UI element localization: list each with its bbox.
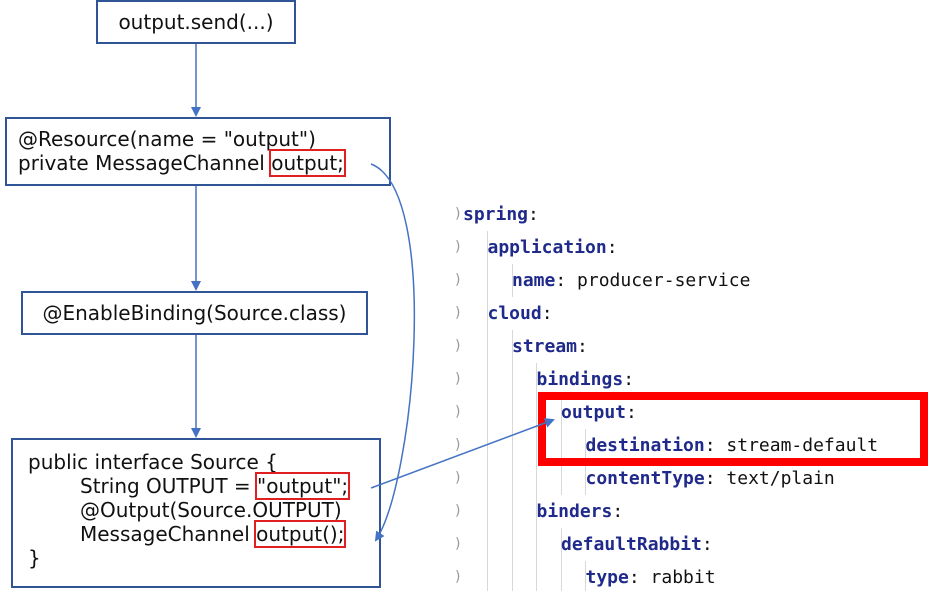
fold-gutter-mark: ) xyxy=(453,404,463,420)
resource-annotation-line: @Resource(name = "output") xyxy=(18,127,316,151)
indent-guide xyxy=(487,231,488,591)
resource-injection-box: @Resource(name = "output") private Messa… xyxy=(5,117,391,186)
fold-gutter-mark: ) xyxy=(453,338,463,354)
yaml-separator: : xyxy=(704,468,716,489)
yaml-key: application xyxy=(487,237,607,258)
yaml-separator: : xyxy=(577,336,588,357)
yaml-separator: : xyxy=(612,501,624,522)
yaml-key: cloud xyxy=(487,303,542,324)
yaml-value: rabbit xyxy=(639,567,716,588)
yaml-separator: : xyxy=(606,237,618,258)
output-annotation-line: @Output(Source.OUTPUT) xyxy=(28,498,379,522)
fold-gutter-mark: ) xyxy=(453,569,463,585)
yaml-separator: : xyxy=(628,567,640,588)
yaml-separator: : xyxy=(623,369,635,390)
yaml-line: cloud: xyxy=(488,297,553,330)
yaml-value: producer-service xyxy=(566,270,751,291)
fold-gutter-mark: ) xyxy=(453,305,463,321)
yaml-separator: : xyxy=(701,534,713,555)
yaml-line: name: producer-service xyxy=(512,264,750,297)
yaml-output-highlight xyxy=(538,392,928,466)
output-annotation-text: @Output(Source.OUTPUT) xyxy=(80,498,342,522)
output-constant-highlight: "output"; xyxy=(255,472,351,500)
yaml-value: text/plain xyxy=(715,468,835,489)
interface-declaration-line: public interface Source { xyxy=(28,450,278,474)
yaml-key: type xyxy=(585,567,629,588)
output-field-highlight: output; xyxy=(269,149,346,177)
indent-guide xyxy=(511,330,513,591)
output-method-line: MessageChannel output(); xyxy=(28,520,379,548)
yaml-key: contentType xyxy=(585,468,705,489)
closing-brace-line: } xyxy=(28,546,41,570)
yaml-line: contentType: text/plain xyxy=(586,462,835,495)
indent-guide xyxy=(536,363,537,591)
fold-gutter-mark: ) xyxy=(453,272,463,288)
yaml-key: binders xyxy=(536,501,613,522)
field-declaration-text: private MessageChannel xyxy=(18,151,272,175)
yaml-key: spring xyxy=(463,204,529,225)
yaml-separator: : xyxy=(528,204,539,225)
yaml-key: bindings xyxy=(536,369,624,390)
yaml-key: defaultRabbit xyxy=(561,534,702,555)
fold-gutter-mark: ) xyxy=(453,536,463,552)
fold-gutter-mark: ) xyxy=(453,371,463,387)
output-method-text: MessageChannel xyxy=(80,522,257,546)
enable-binding-box: @EnableBinding(Source.class) xyxy=(21,291,368,335)
fold-gutter-mark: ) xyxy=(453,239,463,255)
source-interface-box: public interface Source { String OUTPUT … xyxy=(11,438,381,588)
yaml-line: binders: xyxy=(537,495,624,528)
enable-binding-text: @EnableBinding(Source.class) xyxy=(42,301,347,325)
yaml-separator: : xyxy=(541,303,553,324)
fold-gutter-mark: ) xyxy=(453,503,463,519)
yaml-line: application: xyxy=(488,231,618,264)
output-method-highlight: output(); xyxy=(254,520,347,548)
yaml-line: stream: xyxy=(512,330,588,363)
yaml-key: stream xyxy=(512,336,578,357)
fold-gutter-mark: ) xyxy=(453,437,463,453)
yaml-key: name xyxy=(512,270,556,291)
yaml-line: spring: xyxy=(463,198,539,231)
fold-gutter-mark: ) xyxy=(453,470,463,486)
output-constant-line: String OUTPUT = "output"; xyxy=(28,472,379,500)
message-channel-field-line: private MessageChannel output; xyxy=(18,149,389,177)
output-constant-text: String OUTPUT = xyxy=(80,474,258,498)
yaml-line: defaultRabbit: xyxy=(561,528,713,561)
yaml-separator: : xyxy=(555,270,567,291)
yaml-line: type: rabbit xyxy=(586,561,716,591)
output-send-text: output.send(...) xyxy=(118,10,274,34)
output-send-box: output.send(...) xyxy=(96,0,296,44)
